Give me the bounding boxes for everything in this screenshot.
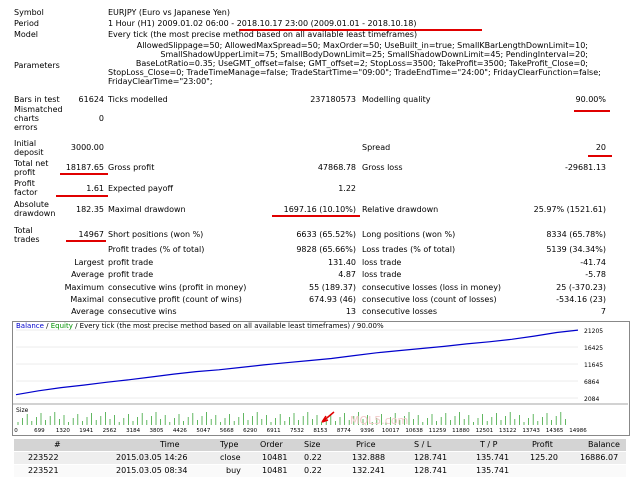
gross-profit-value: 47868.78 — [317, 163, 356, 172]
maximal-loss-value: -534.16 (23) — [556, 295, 606, 304]
gross-loss-label: Gross loss — [362, 163, 403, 172]
model-value: Every tick (the most precise method base… — [108, 30, 418, 39]
maximal-profit-value: 674.93 (46) — [309, 295, 356, 304]
table-row[interactable]: 223521 2015.03.05 08:34 buy 10481 0.22 1… — [14, 465, 626, 477]
max-cons-losses-value: 25 (-370.23) — [556, 283, 606, 292]
chart-title-rest: / Every tick (the most precise method ba… — [72, 322, 384, 330]
parameters-line: FridayClearTime="23:00"; — [108, 77, 213, 86]
long-positions-value: 8334 (65.78%) — [546, 230, 606, 239]
max-cons-wins-label: consecutive wins (profit in money) — [108, 283, 247, 292]
largest-loss-label: loss trade — [362, 258, 402, 267]
col-header[interactable]: # — [54, 439, 61, 451]
profit-factor-label: Profit factor — [14, 179, 38, 197]
long-positions-label: Long positions (won %) — [362, 230, 456, 239]
bars-value: 61624 — [78, 95, 104, 104]
parameters-values: AllowedSlippage=50; AllowedMaxSpread=50;… — [108, 41, 601, 86]
loss-trades-value: 5139 (34.34%) — [546, 245, 606, 254]
profit-factor-value: 1.61 — [86, 184, 104, 193]
parameters-line: SmallShadowUpperLimit=75; SmallBodyDownL… — [160, 50, 588, 59]
gross-loss-value: -29681.13 — [564, 163, 606, 172]
parameters-line: AllowedSlippage=50; AllowedMaxSpread=50;… — [136, 41, 588, 50]
chart-title-balance: Balance — [16, 322, 44, 330]
parameters-line: BaseLotRatio=0.35; UseGMT_offset=false; … — [135, 59, 588, 68]
total-trades-label: Total trades — [14, 226, 40, 244]
col-header[interactable]: T / P — [480, 439, 498, 451]
col-header[interactable]: Type — [220, 439, 238, 451]
short-positions-label: Short positions (won %) — [108, 230, 204, 239]
chart-title-equity: Equity — [50, 322, 73, 330]
gross-profit-label: Gross profit — [108, 163, 155, 172]
total-trades-highlight — [66, 240, 106, 242]
profit-factor-highlight — [56, 195, 108, 197]
mismatch-label: Mismatched charts errors — [14, 105, 63, 132]
rel-drawdown-value: 25.97% (1521.61) — [533, 205, 606, 214]
parameters-label: Parameters — [14, 61, 60, 70]
col-header[interactable]: Profit — [532, 439, 553, 451]
trades-table-header: # Time Type Order Size Price S / L T / P… — [14, 439, 626, 451]
max-drawdown-highlight — [272, 215, 360, 217]
ticks-label: Ticks modelled — [108, 95, 168, 104]
spread-label: Spread — [362, 143, 391, 152]
average-profit-label: profit trade — [108, 270, 154, 279]
initial-deposit-value: 3000.00 — [70, 143, 104, 152]
col-header[interactable]: S / L — [414, 439, 431, 451]
avg-cons-losses-value: 7 — [600, 307, 606, 316]
max-drawdown-value: 1697.16 (10.10%) — [283, 205, 356, 214]
net-profit-highlight — [60, 173, 108, 175]
parameters-line: StopLoss_Close=0; TradeTimeManage=false;… — [108, 68, 601, 77]
loss-trades-label: Loss trades (% of total) — [362, 245, 456, 254]
largest-label: Largest — [74, 258, 104, 267]
short-positions-value: 6633 (65.52%) — [296, 230, 356, 239]
symbol-label: Symbol — [14, 8, 44, 17]
avg-cons-wins-label: consecutive wins — [108, 307, 177, 316]
abs-drawdown-value: 182.35 — [76, 205, 104, 214]
max-cons-wins-value: 55 (189.37) — [309, 283, 356, 292]
profit-trades-label: Profit trades (% of total) — [108, 245, 205, 254]
maximal-profit-label: consecutive profit (count of wins) — [108, 295, 242, 304]
col-header[interactable]: Price — [356, 439, 376, 451]
quality-label: Modelling quality — [362, 95, 431, 104]
average-loss-label: loss trade — [362, 270, 402, 279]
largest-loss-value: -41.74 — [580, 258, 606, 267]
max-drawdown-label: Maximal drawdown — [108, 205, 186, 214]
avg-cons-losses-label: consecutive losses — [362, 307, 438, 316]
avg-cons-label: Average — [71, 307, 104, 316]
table-row[interactable]: 223522 2015.03.05 14:26 close 10481 0.22… — [14, 452, 626, 464]
avg-cons-wins-value: 13 — [345, 307, 356, 316]
col-header[interactable]: Order — [260, 439, 283, 451]
net-profit-value: 18187.65 — [65, 163, 104, 172]
max-cons-losses-label: consecutive losses (loss in money) — [362, 283, 502, 292]
chart-title: Balance / Equity / Every tick (the most … — [16, 322, 384, 330]
col-header[interactable]: Time — [160, 439, 180, 451]
expected-payoff-value: 1.22 — [338, 184, 356, 193]
period-label: Period — [14, 19, 39, 28]
spread-value: 20 — [595, 143, 606, 152]
expected-payoff-label: Expected payoff — [108, 184, 173, 193]
symbol-value: EURJPY (Euro vs Japanese Yen) — [108, 8, 230, 17]
quality-highlight — [574, 110, 610, 112]
spread-highlight — [588, 155, 612, 157]
maximum-label: Maximum — [64, 283, 104, 292]
col-header[interactable]: Balance — [588, 439, 620, 451]
total-trades-value: 14967 — [78, 230, 104, 239]
period-value: 1 Hour (H1) 2009.01.02 06:00 - 2018.10.1… — [108, 19, 417, 28]
largest-profit-value: 131.40 — [328, 258, 356, 267]
rel-drawdown-label: Relative drawdown — [362, 205, 439, 214]
maximal-label: Maximal — [70, 295, 104, 304]
average-profit-value: 4.87 — [338, 270, 356, 279]
ticks-value: 237180573 — [310, 95, 356, 104]
average-label: Average — [71, 270, 104, 279]
maximal-loss-label: consecutive loss (count of losses) — [362, 295, 497, 304]
average-loss-value: -5.78 — [585, 270, 606, 279]
model-label: Model — [14, 30, 39, 39]
mismatch-value: 0 — [98, 114, 104, 123]
profit-trades-value: 9828 (65.66%) — [296, 245, 356, 254]
quality-value: 90.00% — [575, 95, 606, 104]
col-header[interactable]: Size — [304, 439, 320, 451]
balance-chart — [12, 321, 630, 436]
largest-profit-label: profit trade — [108, 258, 154, 267]
